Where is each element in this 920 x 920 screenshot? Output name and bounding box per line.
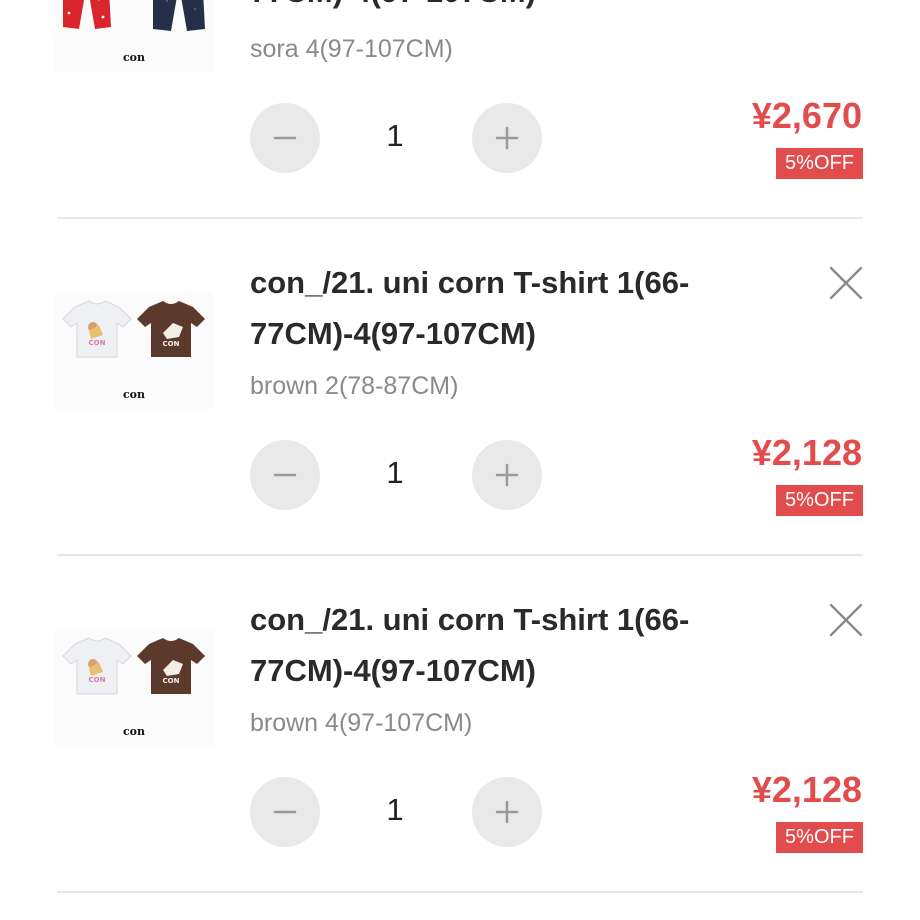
cart-page: con 77CM)-4(97-107CM) sora 4(97-107CM) 1… — [0, 0, 920, 920]
close-icon — [829, 266, 863, 300]
product-variant: sora 4(97-107CM) — [250, 35, 453, 63]
cart-item: CON CON con con_/21. uni corn T-shirt 1(… — [0, 568, 920, 905]
remove-item-button[interactable] — [826, 263, 866, 303]
tshirt-image: CON CON — [62, 300, 205, 358]
product-thumbnail[interactable]: CON CON con — [55, 630, 213, 746]
thumbnail-brand-text: con — [122, 388, 146, 401]
cart-item: CON CON con con_/21. uni corn T-shirt 1(… — [0, 231, 920, 568]
minus-icon — [273, 473, 297, 477]
product-title-line: 77CM)-4(97-107CM) — [250, 0, 536, 9]
product-thumbnail[interactable]: con — [55, 0, 213, 72]
product-title-line: 77CM)-4(97-107CM) — [250, 316, 536, 351]
quantity-value: 1 — [386, 455, 404, 490]
quantity-increment-button[interactable] — [472, 103, 542, 173]
item-divider — [57, 217, 863, 219]
product-title: 77CM)-4(97-107CM) — [250, 0, 720, 17]
minus-icon — [273, 810, 297, 814]
product-title: con_/21. uni corn T-shirt 1(66- 77CM)-4(… — [250, 594, 720, 696]
item-divider — [57, 891, 863, 893]
discount-badge: 5%OFF — [776, 822, 863, 853]
minus-icon — [273, 136, 297, 140]
close-icon — [829, 603, 863, 637]
remove-item-button[interactable] — [826, 600, 866, 640]
quantity-increment-button[interactable] — [472, 440, 542, 510]
discount-badge: 5%OFF — [776, 148, 863, 179]
tshirt-print-text: CON — [163, 677, 180, 685]
cart-item: con 77CM)-4(97-107CM) sora 4(97-107CM) 1… — [0, 0, 920, 231]
quantity-increment-button[interactable] — [472, 777, 542, 847]
quantity-value: 1 — [386, 792, 404, 827]
thumbnail-brand-text: con — [122, 51, 146, 64]
tshirt-print-text: CON — [89, 339, 106, 347]
quantity-decrement-button[interactable] — [250, 103, 320, 173]
plus-icon — [495, 800, 519, 824]
quantity-decrement-button[interactable] — [250, 440, 320, 510]
item-price: ¥2,128 — [751, 432, 862, 473]
item-price: ¥2,128 — [751, 769, 862, 810]
product-title: con_/21. uni corn T-shirt 1(66- 77CM)-4(… — [250, 257, 720, 359]
tshirt-image: CON CON — [62, 637, 205, 695]
item-price: ¥2,670 — [751, 95, 862, 136]
product-title-line: con_/21. uni corn T-shirt 1(66- — [250, 602, 690, 637]
product-thumbnail[interactable]: CON CON con — [55, 293, 213, 409]
tshirt-print-text: CON — [163, 340, 180, 348]
tshirt-print-text: CON — [89, 676, 106, 684]
product-variant: brown 2(78-87CM) — [250, 372, 459, 400]
item-divider — [57, 554, 863, 556]
thumbnail-brand-text: con — [122, 725, 146, 738]
plus-icon — [495, 126, 519, 150]
product-variant: brown 4(97-107CM) — [250, 709, 473, 737]
product-title-line: 77CM)-4(97-107CM) — [250, 653, 536, 688]
quantity-value: 1 — [386, 118, 404, 153]
discount-badge: 5%OFF — [776, 485, 863, 516]
product-title-line: con_/21. uni corn T-shirt 1(66- — [250, 265, 690, 300]
quantity-decrement-button[interactable] — [250, 777, 320, 847]
plus-icon — [495, 463, 519, 487]
